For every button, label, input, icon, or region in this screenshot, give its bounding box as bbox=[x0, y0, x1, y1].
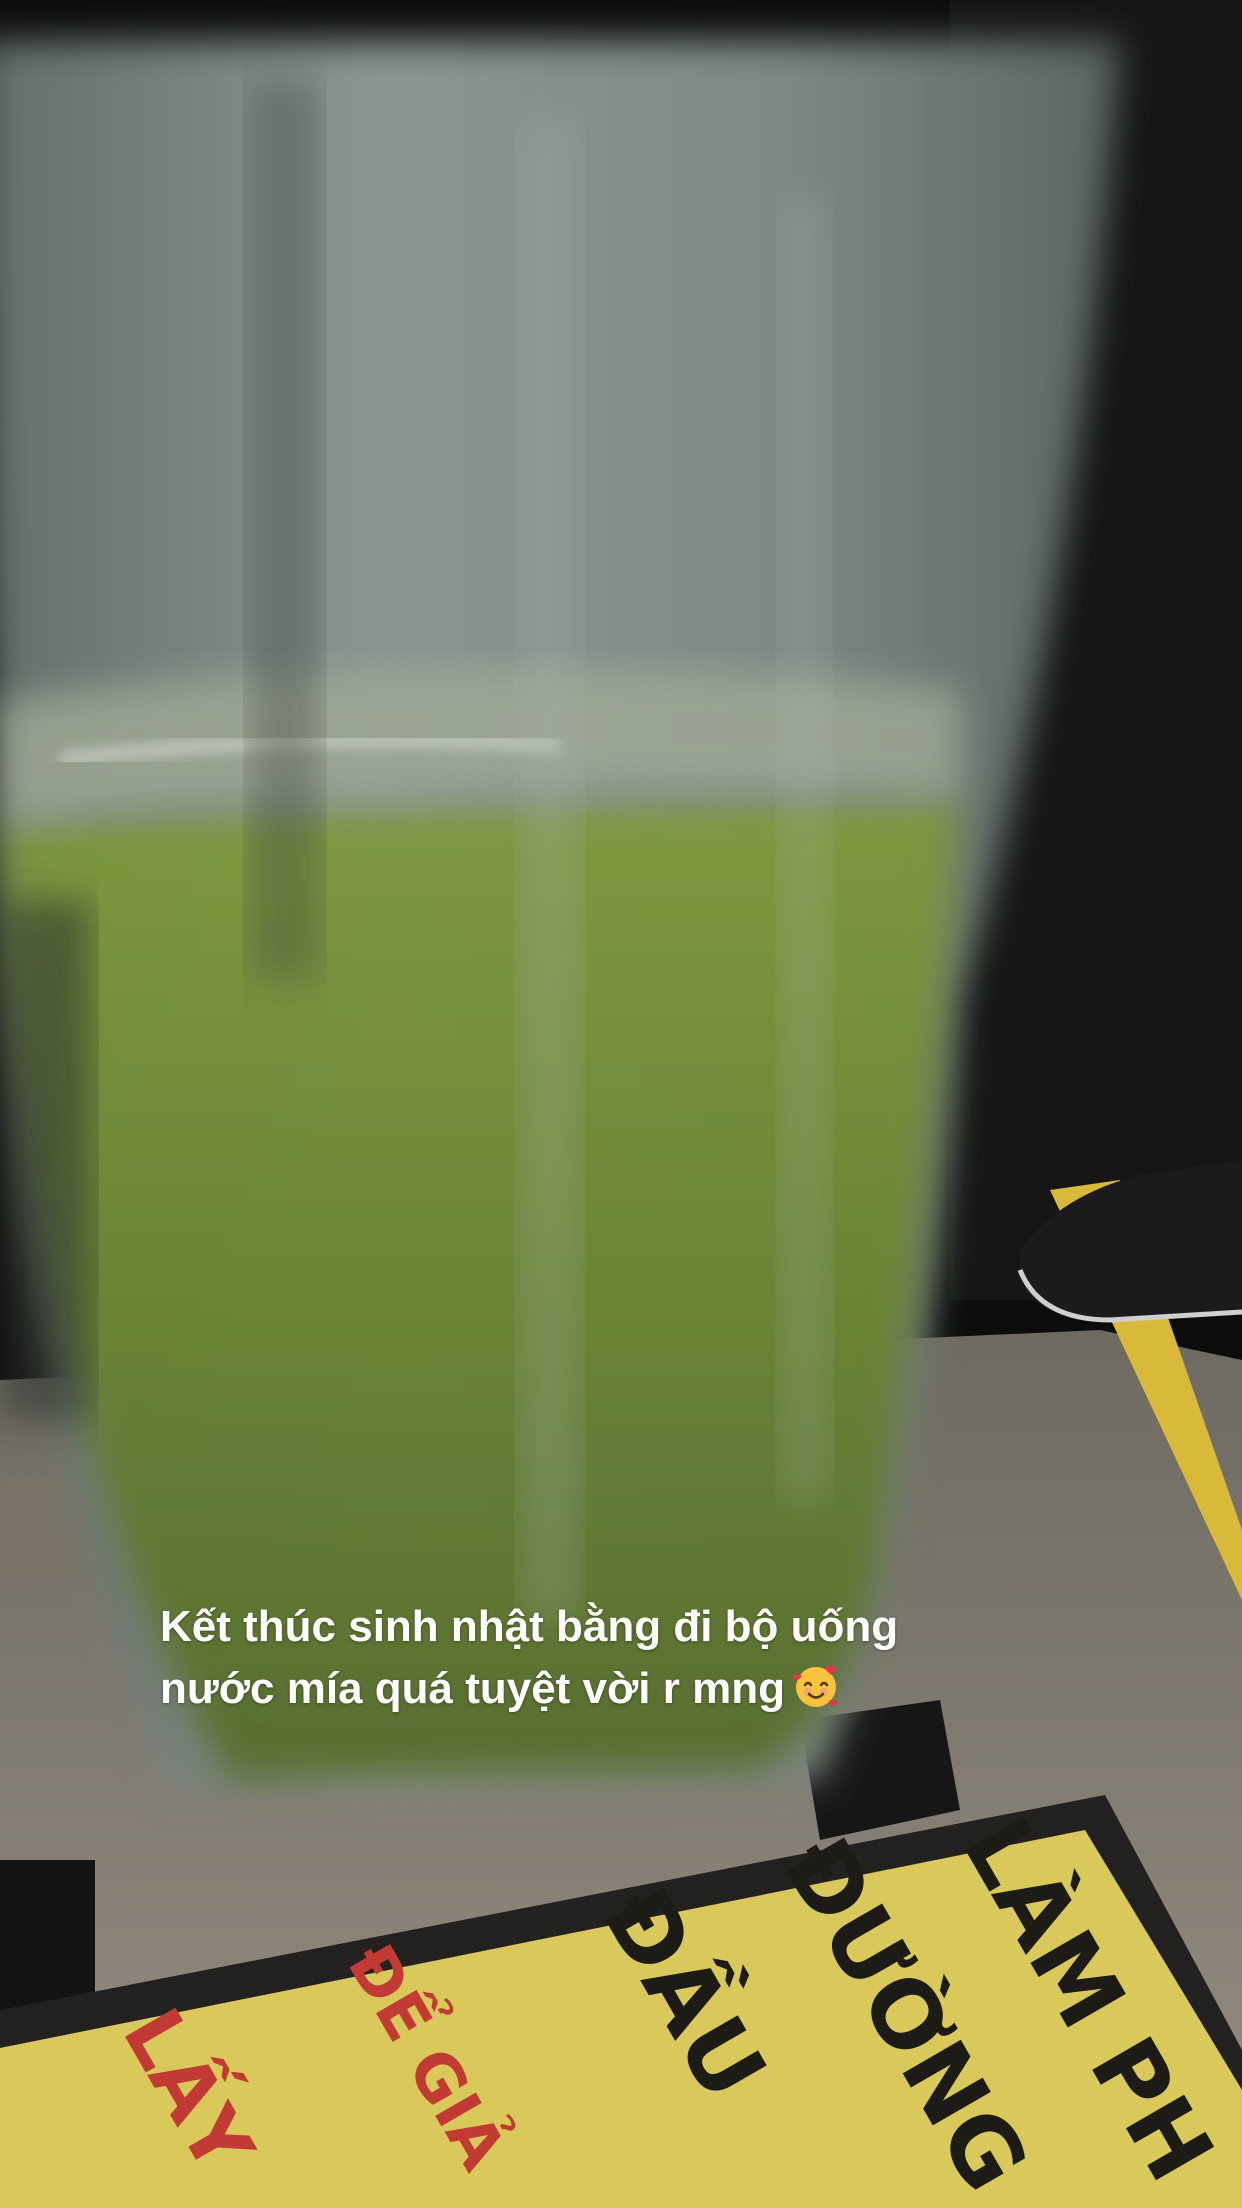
story-photo: LÀM PH ĐƯỜNG ĐẦU ĐỂ GIẢ LẤY Kết thúc sin… bbox=[0, 0, 1242, 2208]
story-caption: Kết thúc sinh nhật bằng đi bộ uống nước … bbox=[160, 1596, 1020, 1720]
caption-text: Kết thúc sinh nhật bằng đi bộ uống nước … bbox=[160, 1602, 899, 1713]
photo-scene: LÀM PH ĐƯỜNG ĐẦU ĐỂ GIẢ LẤY bbox=[0, 0, 1242, 2208]
smiling-face-with-hearts-icon bbox=[792, 1665, 838, 1707]
